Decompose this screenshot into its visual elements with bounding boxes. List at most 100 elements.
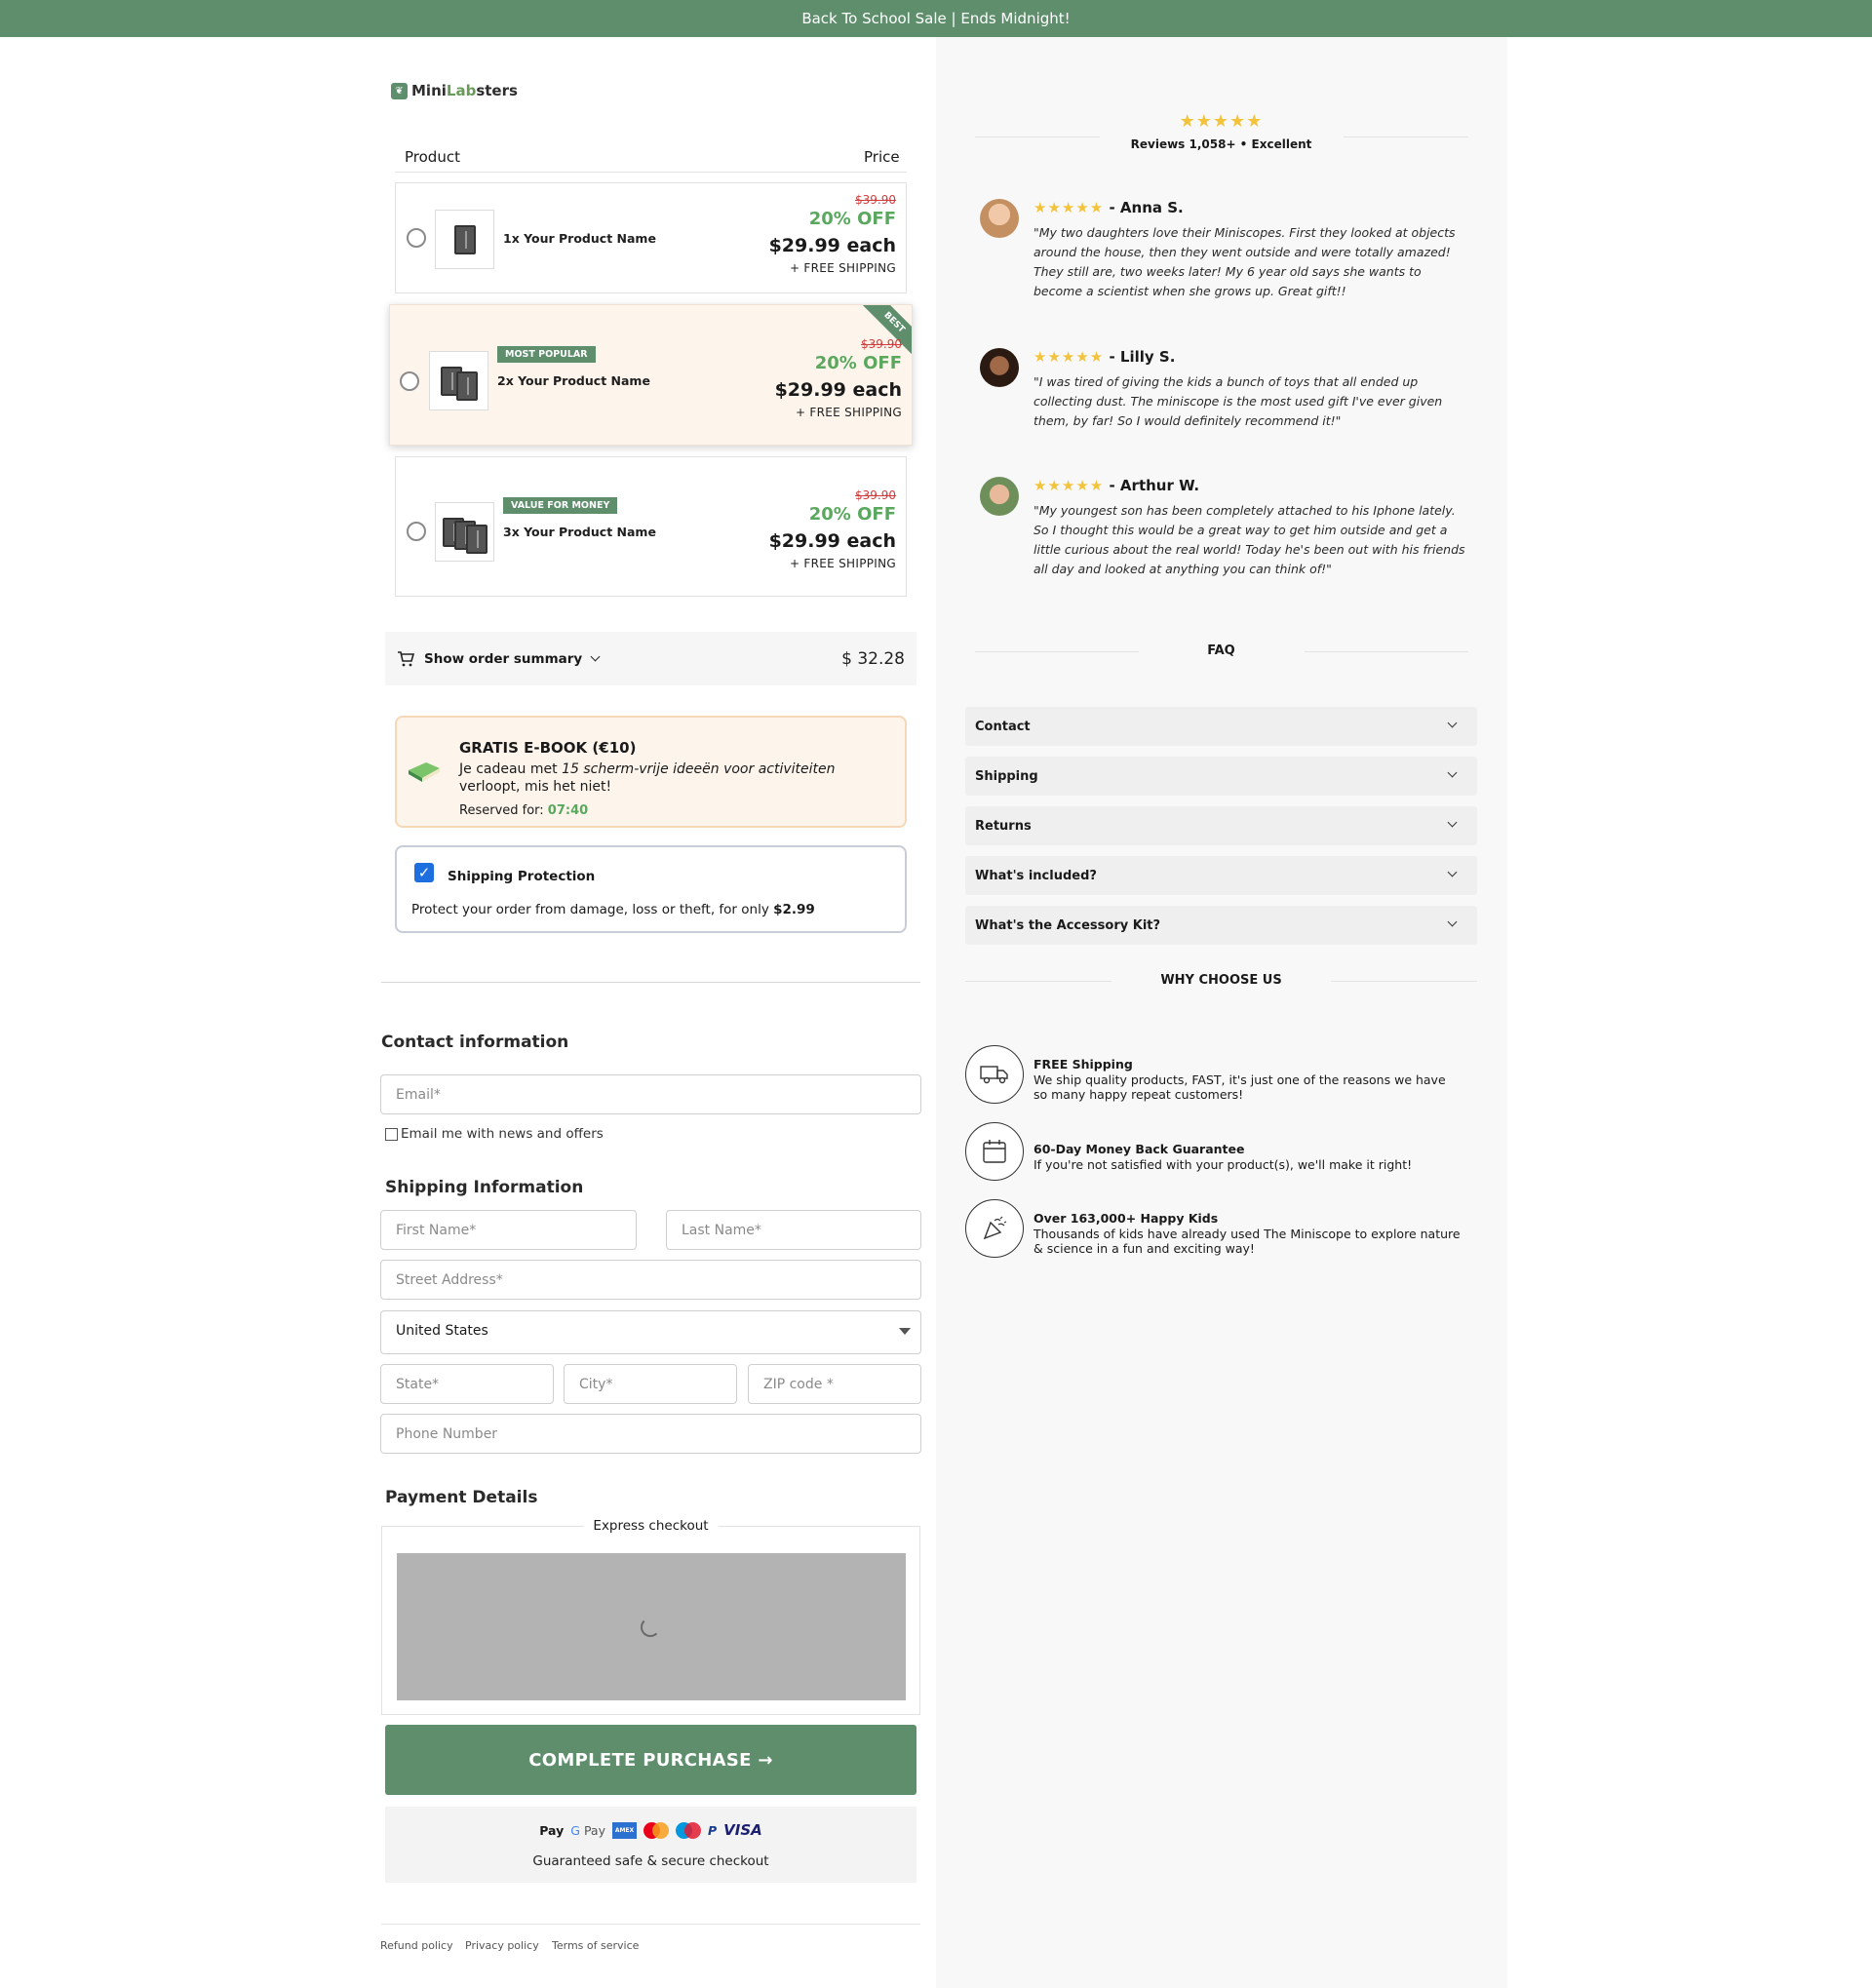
bundle-radio[interactable]: [400, 371, 419, 391]
chevron-down-icon: [1447, 767, 1458, 778]
why-heading: WHY CHOOSE US: [1160, 973, 1282, 988]
last-name-field[interactable]: [666, 1210, 921, 1250]
section-divider: [381, 982, 920, 983]
express-checkout: Express checkout: [381, 1518, 920, 1715]
street-address-field[interactable]: [380, 1260, 921, 1300]
why-description: Thousands of kids have already used The …: [1034, 1227, 1461, 1256]
faq-item-whats-included[interactable]: What's included?: [965, 856, 1477, 895]
reviews-divider-left: [975, 136, 1100, 137]
shipping-protection-box: ✓ Shipping Protection Protect your order…: [395, 845, 907, 933]
price-column-header: Price: [864, 148, 900, 166]
unit-price: $29.99 each: [774, 379, 902, 401]
truck-icon: [965, 1045, 1024, 1104]
express-checkout-placeholder[interactable]: [397, 1553, 906, 1700]
newsletter-label: Email me with news and offers: [401, 1126, 604, 1142]
express-checkout-label: Express checkout: [583, 1518, 719, 1534]
payment-heading: Payment Details: [385, 1488, 538, 1507]
store-logo[interactable]: ❦ MiniLabsters: [391, 82, 518, 99]
faq-item-accessory-kit[interactable]: What's the Accessory Kit?: [965, 906, 1477, 945]
bundle-option-2[interactable]: BEST MOST POPULAR 2x Your Product Name $…: [389, 304, 913, 446]
unit-price: $29.99 each: [768, 530, 896, 552]
chevron-down-icon: [1447, 718, 1458, 728]
mastercard-icon: [643, 1821, 669, 1839]
visa-icon: VISA: [723, 1821, 762, 1839]
order-summary-toggle[interactable]: Show order summary $ 32.28: [385, 632, 916, 685]
reviews-summary: Reviews 1,058+ • Excellent: [1130, 137, 1312, 151]
why-description: We ship quality products, FAST, it's jus…: [1034, 1072, 1446, 1102]
review-text: "My two daughters love their Miniscopes.…: [1034, 225, 1456, 298]
chevron-down-icon: [1447, 916, 1458, 927]
faq-divider-right: [1305, 651, 1468, 652]
amex-icon: AMEX: [611, 1821, 637, 1839]
cart-icon: [398, 650, 414, 666]
country-select[interactable]: United States: [380, 1310, 921, 1354]
bundle-option-1[interactable]: 1x Your Product Name $39.90 20% OFF $29.…: [395, 182, 907, 293]
calendar-icon: [965, 1122, 1024, 1181]
free-ebook-banner: GRATIS E-BOOK (€10) Je cadeau met 15 sch…: [395, 716, 907, 828]
state-field[interactable]: [380, 1364, 554, 1404]
product-thumbnail: [429, 351, 488, 410]
ebook-title: GRATIS E-BOOK (€10): [459, 739, 637, 757]
avatar: [980, 199, 1019, 238]
complete-purchase-button[interactable]: COMPLETE PURCHASE →: [385, 1725, 916, 1795]
terms-of-service-link[interactable]: Terms of service: [552, 1939, 639, 1952]
avatar: [980, 477, 1019, 516]
review-header: ★★★★★ - Anna S.: [1034, 199, 1184, 216]
review-header: ★★★★★ - Arthur W.: [1034, 477, 1200, 494]
first-name-field[interactable]: [380, 1210, 637, 1250]
logo-text: MiniLabsters: [411, 82, 518, 99]
product-thumbnail: [435, 502, 494, 562]
price-block: $39.90 20% OFF $29.99 each + FREE SHIPPI…: [769, 488, 896, 572]
bundle-radio[interactable]: [407, 228, 426, 248]
product-thumbnail: [435, 210, 494, 269]
chevron-down-icon: [1447, 867, 1458, 877]
paypal-icon: P: [707, 1822, 718, 1838]
refund-policy-link[interactable]: Refund policy: [380, 1939, 453, 1952]
shipping-protection-checkbox[interactable]: ✓: [414, 863, 434, 882]
shipping-heading: Shipping Information: [385, 1178, 584, 1197]
faq-item-returns[interactable]: Returns: [965, 806, 1477, 845]
loading-spinner-icon: [641, 1618, 660, 1637]
secure-checkout-box: Pay G Pay AMEX P VISA Guaranteed safe & …: [385, 1807, 916, 1883]
google-pay-icon: G Pay: [570, 1822, 605, 1838]
header-divider: [395, 172, 907, 173]
product-name: 1x Your Product Name: [503, 231, 656, 246]
why-description: If you're not satisfied with your produc…: [1034, 1157, 1413, 1172]
ebook-description: Je cadeau met 15 scherm-vrije ideeën voo…: [459, 761, 836, 795]
reserved-timer: Reserved for: 07:40: [459, 803, 589, 818]
unit-price: $29.99 each: [768, 235, 896, 256]
original-price: $39.90: [855, 488, 896, 502]
bundle-option-3[interactable]: VALUE FOR MONEY 3x Your Product Name $39…: [395, 456, 907, 597]
avatar: [980, 348, 1019, 387]
faq-item-contact[interactable]: Contact: [965, 707, 1477, 746]
maestro-icon: [675, 1821, 701, 1839]
leaf-icon: ❦: [391, 82, 408, 99]
original-price: $39.90: [861, 337, 902, 351]
dropdown-caret-icon: [899, 1328, 911, 1335]
apple-pay-icon: Pay: [539, 1822, 565, 1838]
bundle-radio[interactable]: [407, 522, 426, 541]
value-for-money-badge: VALUE FOR MONEY: [503, 497, 618, 514]
privacy-policy-link[interactable]: Privacy policy: [465, 1939, 539, 1952]
shipping-note: + FREE SHIPPING: [795, 406, 902, 419]
most-popular-badge: MOST POPULAR: [497, 346, 596, 363]
why-title: FREE Shipping: [1034, 1057, 1133, 1072]
faq-item-shipping[interactable]: Shipping: [965, 757, 1477, 796]
why-title: 60-Day Money Back Guarantee: [1034, 1142, 1245, 1156]
product-name: 2x Your Product Name: [497, 373, 650, 388]
email-field[interactable]: [380, 1074, 921, 1114]
phone-field[interactable]: [380, 1414, 921, 1454]
book-icon: [409, 762, 440, 782]
price-block: $39.90 20% OFF $29.99 each + FREE SHIPPI…: [769, 193, 896, 277]
shipping-protection-description: Protect your order from damage, loss or …: [411, 902, 815, 917]
rating-stars: ★★★★★: [1179, 111, 1264, 132]
promo-banner: Back To School Sale | Ends Midnight!: [0, 0, 1872, 37]
city-field[interactable]: [564, 1364, 737, 1404]
zip-field[interactable]: [748, 1364, 921, 1404]
review-header: ★★★★★ - Lilly S.: [1034, 348, 1176, 366]
reviews-divider-right: [1344, 136, 1468, 137]
chevron-down-icon: [1447, 817, 1458, 828]
faq-heading: FAQ: [1207, 643, 1235, 658]
discount-label: 20% OFF: [814, 353, 902, 373]
newsletter-checkbox[interactable]: [385, 1128, 398, 1141]
